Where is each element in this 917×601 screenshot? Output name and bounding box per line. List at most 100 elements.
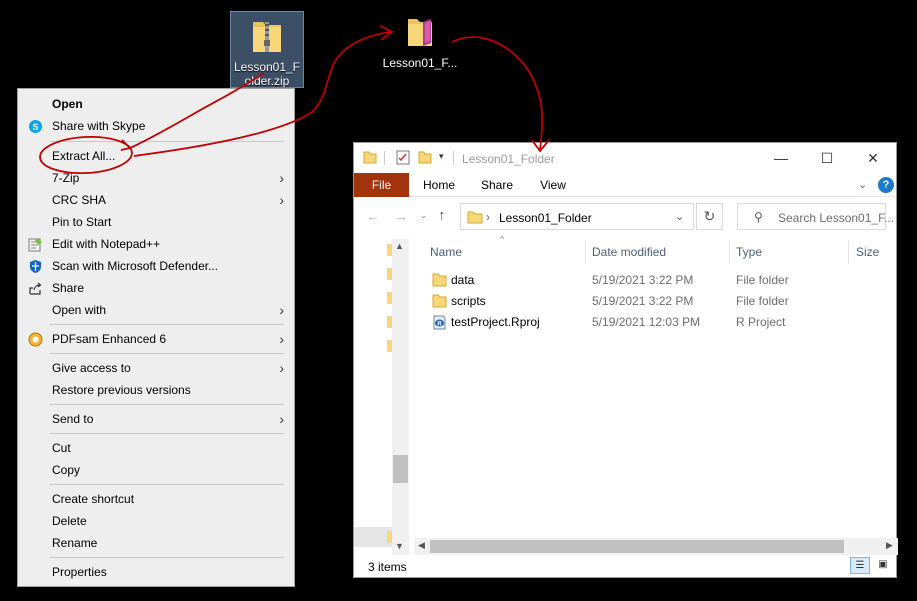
file-name: data (451, 273, 475, 287)
file-type: File folder (736, 294, 789, 308)
column-divider[interactable] (848, 240, 849, 264)
large-icons-view-icon[interactable]: ▣ (874, 557, 892, 574)
menu-item-properties[interactable]: Properties (18, 561, 294, 583)
quick-access-dropdown-icon[interactable]: ▾ (439, 151, 444, 162)
search-box[interactable]: ⚲ Search Lesson01_F... (737, 203, 894, 230)
horizontal-scrollbar[interactable]: ◀ ▶ (414, 538, 898, 555)
chevron-right-icon: › (279, 192, 284, 208)
menu-item-label: Scan with Microsoft Defender... (52, 259, 219, 273)
address-bar[interactable]: › Lesson01_Folder ⌄ (460, 203, 694, 230)
minimize-button[interactable]: — (758, 147, 804, 169)
scroll-right-icon[interactable]: ▶ (886, 540, 893, 551)
menu-item-send-to[interactable]: Send to › (18, 408, 294, 430)
breadcrumb-chevron-icon: › (486, 210, 490, 224)
desktop-folder[interactable]: Lesson01_F... (382, 14, 458, 70)
context-menu: Open S Share with Skype Extract All... 7… (17, 88, 295, 587)
menu-item-cut[interactable]: Cut (18, 437, 294, 459)
svg-text:R: R (437, 322, 442, 328)
notepadpp-icon (28, 238, 42, 252)
menu-item-label: Send to (52, 412, 94, 426)
help-icon[interactable]: ? (878, 177, 894, 193)
title-bar: ▾ Lesson01_Folder — ☐ ✕ (354, 143, 896, 173)
menu-item-pin-to-start[interactable]: Pin to Start (18, 211, 294, 233)
column-size[interactable]: Size (856, 245, 879, 259)
menu-item-label: Share with Skype (52, 119, 146, 133)
menu-item-pdfsam[interactable]: PDFsam Enhanced 6 › (18, 328, 294, 350)
tab-view[interactable]: View (530, 173, 576, 197)
column-divider[interactable] (585, 240, 586, 264)
file-date: 5/19/2021 3:22 PM (592, 273, 694, 287)
menu-item-open-with[interactable]: Open with › (18, 299, 294, 321)
desktop-zip-file[interactable]: Lesson01_Folder.zip (230, 11, 304, 88)
scroll-left-icon[interactable]: ◀ (418, 540, 425, 551)
recent-locations-icon[interactable]: ⌄ (420, 210, 428, 221)
chevron-right-icon: › (279, 360, 284, 376)
menu-item-label: PDFsam Enhanced 6 (52, 332, 167, 346)
menu-item-share[interactable]: Share (18, 277, 294, 299)
column-type[interactable]: Type (736, 245, 762, 259)
tab-home[interactable]: Home (416, 173, 462, 197)
menu-item-label: Give access to (52, 361, 131, 375)
maximize-button[interactable]: ☐ (804, 147, 850, 169)
scrollbar-thumb[interactable] (430, 540, 844, 553)
properties-icon[interactable] (396, 150, 410, 165)
file-type: File folder (736, 273, 789, 287)
nav-scrollbar[interactable]: ▲ ▼ (392, 239, 409, 555)
menu-item-label: Edit with Notepad++ (52, 237, 161, 251)
menu-item-label: Create shortcut (52, 492, 135, 506)
navigation-bar: ← → ⌄ ↑ › Lesson01_Folder ⌄ ↻ ⚲ Search L… (354, 199, 896, 237)
menu-separator (50, 404, 284, 405)
title-separator (384, 151, 385, 165)
column-name[interactable]: Name (430, 245, 462, 259)
menu-item-crc-sha[interactable]: CRC SHA › (18, 189, 294, 211)
refresh-button[interactable]: ↻ (696, 203, 723, 230)
menu-item-create-shortcut[interactable]: Create shortcut (18, 488, 294, 510)
menu-item-7zip[interactable]: 7-Zip › (18, 167, 294, 189)
column-date-modified[interactable]: Date modified (592, 245, 666, 259)
sort-arrow-icon: ^ (500, 234, 505, 244)
menu-item-share-skype[interactable]: S Share with Skype (18, 115, 294, 137)
menu-item-label: Cut (52, 441, 71, 455)
menu-item-label: CRC SHA (52, 193, 107, 207)
menu-item-edit-notepadpp[interactable]: Edit with Notepad++ (18, 233, 294, 255)
forward-icon[interactable]: → (394, 208, 408, 224)
column-divider[interactable] (729, 240, 730, 264)
menu-item-copy[interactable]: Copy (18, 459, 294, 481)
file-row[interactable]: data 5/19/2021 3:22 PM File folder (422, 270, 888, 291)
details-view-icon[interactable]: ☰ (850, 557, 870, 574)
chevron-right-icon: › (279, 170, 284, 186)
menu-item-open[interactable]: Open (18, 93, 294, 115)
rproject-icon: R (433, 315, 446, 330)
tab-file[interactable]: File (354, 173, 409, 197)
close-button[interactable]: ✕ (850, 147, 896, 169)
scrollbar-thumb[interactable] (393, 455, 408, 483)
chevron-down-icon[interactable]: ⌄ (858, 178, 867, 191)
scroll-up-icon[interactable]: ▲ (395, 241, 404, 251)
search-input[interactable]: Search Lesson01_F... (778, 211, 894, 225)
menu-separator (50, 353, 284, 354)
menu-separator (50, 433, 284, 434)
menu-item-restore-versions[interactable]: Restore previous versions (18, 379, 294, 401)
menu-item-rename[interactable]: Rename (18, 532, 294, 554)
menu-item-label: 7-Zip (52, 171, 80, 185)
new-folder-icon[interactable] (418, 150, 432, 164)
file-row[interactable]: R testProject.Rproj 5/19/2021 12:03 PM R… (422, 312, 888, 333)
up-arrow-icon[interactable]: ↑ (438, 207, 446, 224)
pdfsam-icon (28, 332, 43, 347)
menu-item-give-access[interactable]: Give access to › (18, 357, 294, 379)
back-icon[interactable]: ← (366, 208, 380, 224)
chevron-right-icon: › (279, 302, 284, 318)
address-dropdown-icon[interactable]: ⌄ (675, 210, 684, 223)
file-row[interactable]: scripts 5/19/2021 3:22 PM File folder (422, 291, 888, 312)
file-name: scripts (451, 294, 486, 308)
tab-share[interactable]: Share (474, 173, 520, 197)
title-separator (453, 151, 454, 165)
file-type: R Project (736, 315, 786, 329)
menu-item-label: Extract All... (52, 149, 116, 163)
scroll-down-icon[interactable]: ▼ (395, 541, 404, 551)
menu-item-label: Open (52, 97, 83, 111)
menu-item-extract-all[interactable]: Extract All... (18, 145, 294, 167)
menu-item-delete[interactable]: Delete (18, 510, 294, 532)
menu-item-scan-defender[interactable]: Scan with Microsoft Defender... (18, 255, 294, 277)
ribbon-tabs: File Home Share View ⌄ ? (354, 173, 896, 197)
